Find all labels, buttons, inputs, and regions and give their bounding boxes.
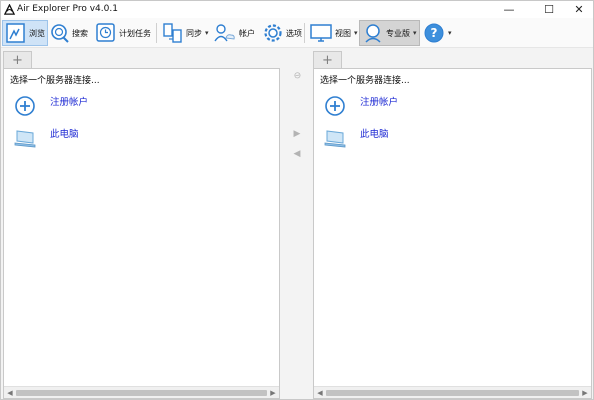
view-label: 视图: [335, 28, 351, 38]
accounts-label: 帐户: [239, 28, 255, 38]
browse-button[interactable]: 浏览: [2, 20, 48, 46]
gear-icon: [264, 24, 282, 42]
main-toolbar: 浏览 搜索 计划任务 同步 ▾ 帐户 选项 视图 ▾ 专业版 ▾ ? ▾: [1, 18, 593, 48]
left-register-account-label: 注册帐户: [50, 97, 89, 108]
browse-icon: [6, 23, 25, 43]
search-icon: [51, 24, 69, 43]
left-connect-hint: 选择一个服务器连接...: [10, 76, 100, 86]
scroll-thumb[interactable]: [326, 390, 579, 396]
close-button[interactable]: ✕: [563, 1, 594, 18]
add-circle-icon: [325, 96, 345, 116]
window-title: Air Explorer Pro v4.0.1: [17, 4, 118, 14]
scroll-left-arrow-icon[interactable]: ◀: [5, 388, 15, 398]
app-logo-icon: [4, 4, 15, 15]
link-panes-icon[interactable]: ⊘: [290, 69, 304, 83]
scheduled-tasks-button[interactable]: 计划任务: [93, 20, 153, 46]
sync-dropdown-icon[interactable]: ▾: [205, 29, 209, 37]
app-window: Air Explorer Pro v4.0.1 — ☐ ✕ 浏览 搜索 计划任务…: [0, 0, 594, 400]
left-this-pc-item[interactable]: 此电脑: [14, 127, 79, 149]
toolbar-divider: [304, 23, 305, 43]
view-button[interactable]: 视图 ▾: [307, 20, 360, 46]
computer-icon: [14, 130, 36, 148]
monitor-icon: [310, 24, 332, 42]
copy-left-icon[interactable]: ◀: [292, 149, 302, 159]
scheduled-tasks-label: 计划任务: [119, 28, 151, 38]
pro-button[interactable]: 专业版 ▾: [359, 20, 420, 46]
sync-icon: [163, 23, 182, 43]
right-file-list[interactable]: 选择一个服务器连接... 注册帐户 此电脑 ◀ ▶: [313, 68, 592, 399]
pro-label: 专业版: [386, 28, 410, 38]
accounts-button[interactable]: 帐户: [211, 20, 257, 46]
scroll-left-arrow-icon[interactable]: ◀: [315, 388, 325, 398]
left-register-account-item[interactable]: 注册帐户: [14, 95, 88, 117]
help-button[interactable]: ? ▾: [421, 20, 454, 46]
minimize-button[interactable]: —: [493, 1, 525, 18]
right-connect-hint: 选择一个服务器连接...: [320, 76, 410, 86]
right-this-pc-item[interactable]: 此电脑: [324, 127, 389, 149]
left-file-list[interactable]: 选择一个服务器连接... 注册帐户 此电脑 ◀ ▶: [3, 68, 280, 399]
scroll-thumb[interactable]: [16, 390, 267, 396]
left-this-pc-label: 此电脑: [50, 129, 79, 140]
search-label: 搜索: [72, 28, 88, 38]
right-register-account-label: 注册帐户: [360, 97, 399, 108]
right-pane: + 选择一个服务器连接... 注册帐户 此电脑 ◀ ▶: [313, 51, 592, 399]
scroll-right-arrow-icon[interactable]: ▶: [580, 388, 590, 398]
right-new-tab-button[interactable]: +: [313, 51, 342, 68]
sync-button[interactable]: 同步 ▾: [160, 20, 211, 46]
pro-dropdown-icon[interactable]: ▾: [413, 29, 417, 37]
right-this-pc-label: 此电脑: [360, 129, 389, 140]
scroll-right-arrow-icon[interactable]: ▶: [268, 388, 278, 398]
left-new-tab-button[interactable]: +: [3, 51, 32, 68]
svg-text:?: ?: [431, 26, 438, 40]
left-horizontal-scrollbar[interactable]: ◀ ▶: [4, 386, 279, 398]
right-register-account-item[interactable]: 注册帐户: [324, 95, 398, 117]
options-button[interactable]: 选项: [260, 20, 304, 46]
accounts-icon: [214, 24, 235, 42]
toolbar-divider: [156, 23, 157, 43]
copy-right-icon[interactable]: ▶: [292, 129, 302, 139]
view-dropdown-icon[interactable]: ▾: [354, 29, 358, 37]
left-pane: + 选择一个服务器连接... 注册帐户 此电脑 ◀ ▶: [3, 51, 280, 399]
title-bar: Air Explorer Pro v4.0.1 — ☐ ✕: [1, 1, 593, 18]
pro-user-icon: [365, 24, 381, 43]
help-icon: ?: [424, 23, 444, 43]
pane-splitter-controls: ⊘ ▶ ◀: [289, 67, 305, 187]
add-circle-icon: [15, 96, 35, 116]
help-dropdown-icon[interactable]: ▾: [448, 29, 452, 37]
options-label: 选项: [286, 28, 302, 38]
clock-icon: [96, 23, 115, 42]
browse-label: 浏览: [29, 28, 45, 38]
maximize-button[interactable]: ☐: [533, 1, 565, 18]
sync-label: 同步: [186, 28, 202, 38]
search-button[interactable]: 搜索: [46, 20, 90, 46]
computer-icon: [324, 130, 346, 148]
right-horizontal-scrollbar[interactable]: ◀ ▶: [314, 386, 591, 398]
